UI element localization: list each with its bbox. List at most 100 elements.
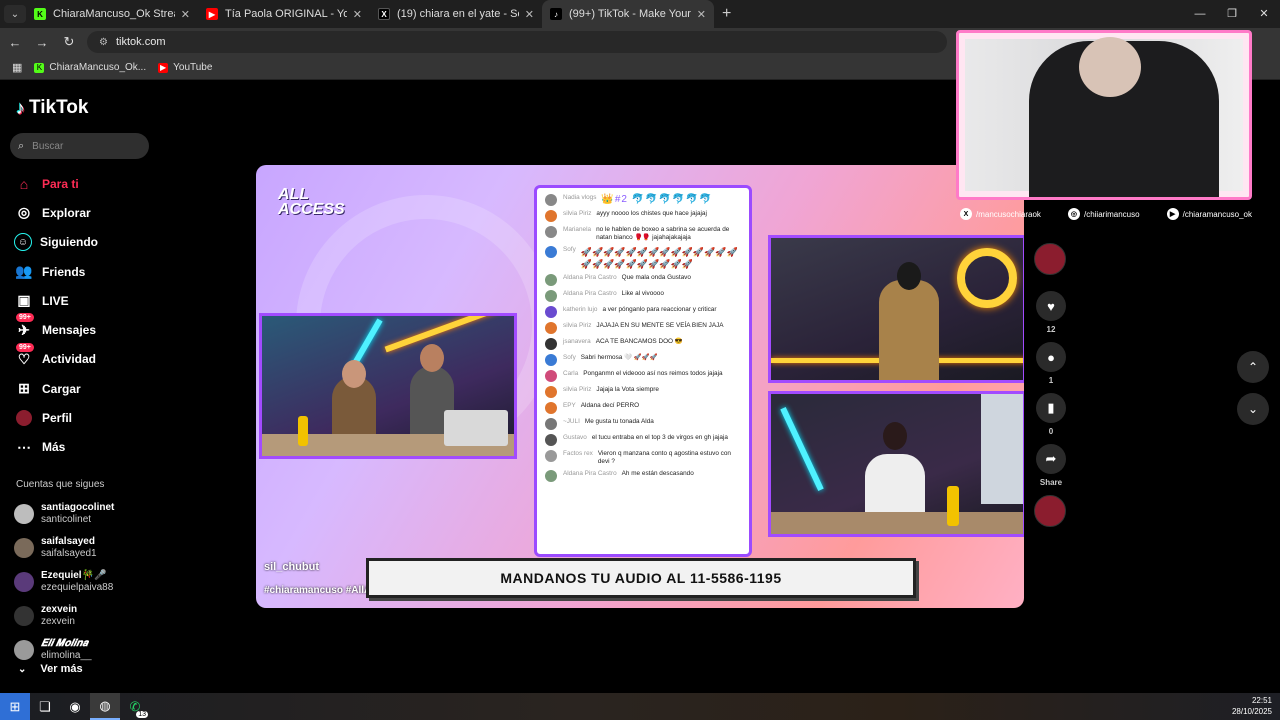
sidebar-item-explorar[interactable]: ◎ Explorar — [14, 198, 98, 227]
avatar — [545, 290, 557, 302]
reload-icon[interactable]: ↻ — [57, 34, 81, 50]
sidebar-item-label: Perfil — [42, 411, 73, 426]
tab-kick-stream[interactable]: K ChiaraMancuso_Ok Stream - W ✕ — [26, 0, 198, 28]
following-account[interactable]: 𝑬𝒍𝒊 𝑴𝒐𝒍𝒊𝒏𝒂 elimolina__ — [14, 633, 114, 667]
bookmark-youtube[interactable]: ▶ YouTube — [158, 62, 212, 73]
avatar — [545, 418, 557, 430]
sidebar-item-siguiendo[interactable]: ☺ Siguiendo — [14, 228, 98, 257]
sidebar-item-mas[interactable]: ⋯ Más — [14, 433, 98, 462]
sidebar-item-cargar[interactable]: ⊞ Cargar — [14, 374, 98, 403]
avatar — [545, 370, 557, 382]
comment-button[interactable]: ● 1 — [1034, 342, 1068, 385]
bookmark-icon: ▮ — [1036, 393, 1066, 423]
minimize-icon[interactable]: — — [1184, 0, 1216, 28]
comment-count: 1 — [1048, 376, 1054, 385]
sidebar-item-label: Mensajes — [42, 323, 97, 338]
following-account[interactable]: Ezequiel🎋🎤 ezequielpaiva88 — [14, 565, 114, 599]
following-account[interactable]: zexvein zexvein — [14, 599, 114, 633]
chat-text: ACA TE BANCAMOS DOO 😎 — [595, 338, 683, 345]
previous-video-button[interactable]: ⌃ — [1237, 351, 1269, 383]
avatar — [545, 450, 557, 462]
x-icon: X — [960, 208, 972, 220]
close-tab-icon[interactable]: ✕ — [353, 8, 362, 21]
bookmark-label: YouTube — [173, 62, 213, 73]
share-button[interactable]: ➦ Share — [1034, 444, 1068, 487]
task-view-icon[interactable]: ❏ — [30, 693, 60, 720]
system-clock[interactable]: 22:51 28/10/2025 — [1232, 695, 1272, 717]
chat-message: Carla Ponganmn el videooo así nos reimos … — [545, 370, 741, 382]
site-info-icon[interactable]: ⚙ — [99, 37, 108, 48]
chat-user: Sofy — [563, 354, 576, 361]
avatar — [545, 306, 557, 318]
search-input[interactable]: ⌕ Buscar — [10, 133, 149, 159]
chat-user: ~JULI — [563, 418, 580, 425]
chat-text: Aldana decí PERRO — [580, 402, 640, 409]
tab-search-button[interactable]: ⌄ — [4, 5, 26, 23]
whatsapp-badge: 13 — [136, 711, 148, 718]
tab-tiktok[interactable]: ♪ (99+) TikTok - Make Your Day ✕ — [542, 0, 714, 28]
following-account[interactable]: saifalsayed saifalsayed1 — [14, 531, 114, 565]
account-handle: saifalsayed1 — [41, 548, 97, 559]
close-window-icon[interactable]: ✕ — [1248, 0, 1280, 28]
avatar — [14, 606, 34, 626]
sidebar-item-perfil[interactable]: Perfil — [14, 403, 98, 432]
sidebar-item-mensajes[interactable]: ✈ 99+ Mensajes — [14, 313, 98, 344]
close-tab-icon[interactable]: ✕ — [181, 8, 190, 21]
chrome-icon[interactable]: ◍ — [90, 693, 120, 720]
whatsapp-icon[interactable]: ✆ 13 — [120, 693, 150, 720]
neon-logo — [957, 248, 1017, 308]
new-tab-button[interactable]: + — [722, 5, 731, 23]
next-video-button[interactable]: ⌄ — [1237, 393, 1269, 425]
bookmark-label: ChiaraMancuso_Ok... — [49, 62, 147, 73]
tiktok-note-icon: ♪ — [16, 97, 25, 118]
sidebar-item-friends[interactable]: 👥 Friends — [14, 257, 98, 286]
chat-user: Aldana Pira Castro — [563, 290, 617, 297]
music-avatar[interactable] — [1034, 495, 1066, 527]
obs-icon[interactable]: ◉ — [60, 693, 90, 720]
activity-icon: ♡ — [17, 350, 31, 367]
avatar — [545, 402, 557, 414]
chat-user: silvia Piriz — [563, 210, 592, 217]
see-more-button[interactable]: ⌄ Ver más — [18, 663, 83, 675]
apps-icon[interactable]: ▦ — [12, 61, 22, 74]
banner-text: MANDANOS TU AUDIO AL 11-5586-1195 — [500, 570, 782, 586]
video-author[interactable]: sil_chubut — [264, 561, 319, 573]
tiktok-logo[interactable]: ♪ TikTok — [16, 97, 88, 119]
sidebar-item-para-ti[interactable]: ⌂ Para ti — [14, 169, 98, 198]
chat-user: Carla — [563, 370, 579, 377]
save-button[interactable]: ▮ 0 — [1034, 393, 1068, 436]
like-count: 12 — [1046, 325, 1056, 334]
streamer-socials: X/mancusochiaraok ◎/chiiarimancuso ▶/chi… — [960, 208, 1252, 220]
activity-badge: 99+ — [16, 342, 34, 352]
chat-user: katherin lujo — [563, 306, 598, 313]
creator-avatar[interactable] — [1034, 243, 1066, 275]
back-arrow-icon[interactable]: ← — [3, 35, 27, 50]
clock-date: 28/10/2025 — [1231, 707, 1272, 716]
logo-line: ALL — [278, 186, 310, 203]
close-tab-icon[interactable]: ✕ — [697, 8, 706, 21]
chat-message: silvia Piriz JAJAJA EN SU MENTE SE VEÍA B… — [545, 322, 741, 334]
url-bar[interactable]: ⚙ tiktok.com — [87, 31, 947, 53]
chat-text: 🚀🚀🚀🚀🚀🚀🚀🚀🚀🚀🚀🚀🚀🚀🚀🚀🚀🚀🚀🚀🚀🚀🚀🚀 — [580, 247, 738, 269]
camera-feed-guest-top — [768, 235, 1024, 383]
chat-user: Sofy — [563, 246, 576, 253]
bookmark-kick[interactable]: K ChiaraMancuso_Ok... — [34, 62, 146, 73]
see-more-label: Ver más — [40, 663, 83, 675]
video-player[interactable]: ALL ACCESS Nadia vlogs 👑#2 🐬🐬🐬🐬🐬🐬 silvia … — [256, 165, 1024, 608]
account-name: santiagocolinet — [41, 502, 115, 513]
tab-x-search[interactable]: X (19) chiara en el yate - Search / ✕ — [370, 0, 542, 28]
streamer-face — [1079, 37, 1141, 97]
tab-title: (99+) TikTok - Make Your Day — [569, 8, 691, 20]
close-tab-icon[interactable]: ✕ — [525, 8, 534, 21]
following-account[interactable]: santiagocolinet santicolinet — [14, 497, 114, 531]
chevron-down-icon: ⌄ — [18, 663, 27, 675]
restore-icon[interactable]: ❐ — [1216, 0, 1248, 28]
sidebar-item-actividad[interactable]: ♡ 99+ Actividad — [14, 342, 98, 374]
forward-arrow-icon[interactable]: → — [30, 35, 54, 50]
chat-text: Vieron q manzana conto q agostina estuvo… — [597, 450, 731, 465]
windows-start-icon[interactable]: ⊞ — [0, 693, 30, 720]
tab-youtube[interactable]: ▶ Tía Paola ORIGINAL - YouTube ✕ — [198, 0, 370, 28]
like-button[interactable]: ♥ 12 — [1034, 291, 1068, 334]
live-icon: ▣ — [17, 292, 31, 309]
sidebar-item-live[interactable]: ▣ LIVE — [14, 286, 98, 315]
